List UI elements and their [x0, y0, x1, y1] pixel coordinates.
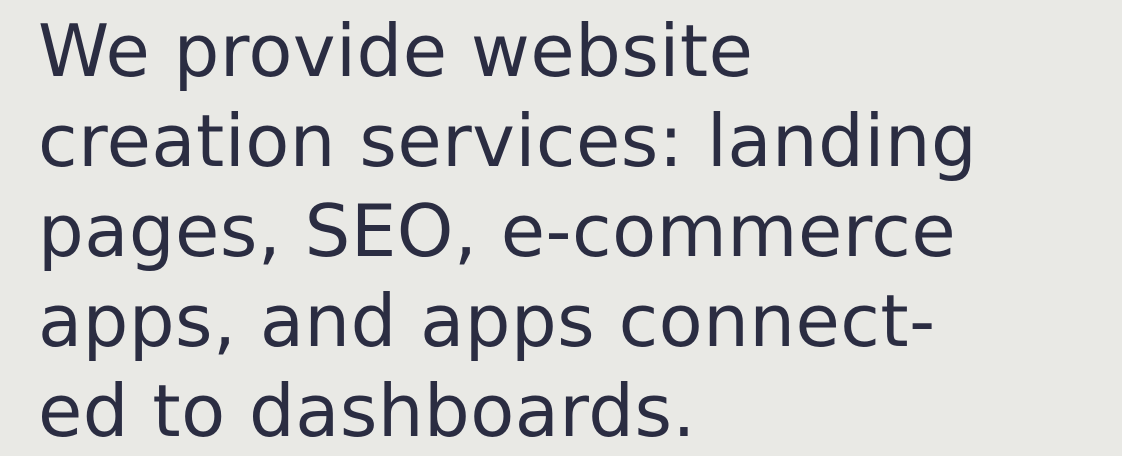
description-line-2: creation services: landing — [38, 99, 978, 183]
description-line-3: pages, SEO, e-commerce — [38, 189, 957, 273]
description-line-4: apps, and apps connect- — [38, 279, 936, 363]
description-line-1: We provide website — [38, 9, 754, 93]
services-description: We provide website creation services: la… — [38, 6, 1118, 456]
description-line-5: ed to dashboards. — [38, 369, 696, 453]
